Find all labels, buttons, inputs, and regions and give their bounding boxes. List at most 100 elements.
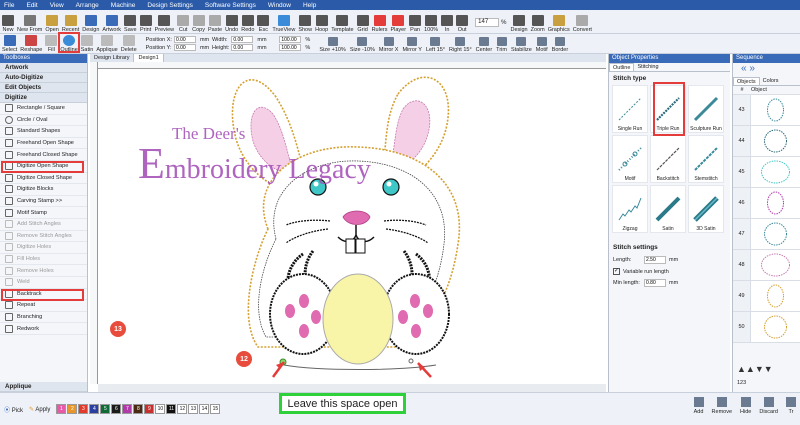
horizontal-scrollbar[interactable] [98,384,606,392]
section-auto-digitize[interactable]: Auto-Digitize [0,73,87,83]
stitch-type-sculpture-run[interactable]: Sculpture Run [688,85,724,133]
action-right-15--button[interactable]: Right 15° [449,35,472,53]
tab-stitching[interactable]: Stitching [634,63,661,71]
length-input[interactable] [644,256,666,264]
action-size-10--button[interactable]: Size -10% [350,35,375,53]
toolbar-hoop-button[interactable]: Hoop [315,11,328,33]
toolbar-new-from-button[interactable]: New From [17,11,42,33]
sequence-move-icons[interactable]: ▲▲▼▼ [737,364,773,374]
action-left-15--button[interactable]: Left 15° [426,35,445,53]
thread-swatch[interactable]: 11 [166,404,177,414]
thread-swatch[interactable]: 7 [122,404,133,414]
sequence-row[interactable]: 47 [733,219,800,250]
toolbar-zoom-button[interactable]: Zoom [531,11,545,33]
sequence-row[interactable]: 49 [733,281,800,312]
toolbar-preview-button[interactable]: Preview [155,11,174,33]
min-length-input[interactable] [644,279,666,287]
zoom-field[interactable]: 147% [475,18,507,27]
thread-swatch[interactable]: 13 [188,404,199,414]
thread-swatch[interactable]: 6 [111,404,122,414]
toolbox-item-fill-holes[interactable]: Fill Holes [0,254,87,266]
toolbar-save-button[interactable]: Save [124,11,137,33]
menu-software-settings[interactable]: Software Settings [205,2,256,9]
toolbox-item-carving-stamp[interactable]: Carving Stamp >> [0,196,87,208]
thread-swatch[interactable]: 9 [144,404,155,414]
toolbar-show-button[interactable]: Show [298,11,312,33]
discard-button[interactable]: Discard [759,397,778,415]
toolbar-player-button[interactable]: Player [390,11,406,33]
toolbox-item-freehand-closed-shape[interactable]: Freehand Closed Shape [0,149,87,161]
fill-tool-button[interactable]: Fill [45,34,58,53]
section-applique[interactable]: Applique [0,382,87,392]
thread-swatch[interactable]: 3 [78,404,89,414]
remove-button[interactable]: Remove [712,397,732,415]
stitch-type-satin[interactable]: Satin [650,185,686,233]
stitch-type-backstitch[interactable]: Backstitch [650,135,686,183]
toolbox-item-weld[interactable]: Weld [0,277,87,289]
thread-swatch[interactable]: 5 [100,404,111,414]
menu-machine[interactable]: Machine [111,2,136,9]
toolbox-item-redwork[interactable]: Redwork [0,323,87,335]
satin-tool-button[interactable]: Satin [81,34,93,53]
toolbar-print-button[interactable]: Print [139,11,152,33]
section-edit-objects[interactable]: Edit Objects [0,83,87,93]
toolbar-design-button[interactable]: Design [82,11,99,33]
zoom-input[interactable]: 147 [475,18,500,27]
tab-design1[interactable]: Design1 [134,54,164,62]
toolbox-item-repeat[interactable]: Repeat [0,300,87,312]
applique-tool-button[interactable]: Applique [96,34,118,53]
thread-swatch[interactable]: 1 [56,404,67,414]
action-center-button[interactable]: Center [476,35,492,53]
thread-swatch[interactable]: 15 [210,404,221,414]
toolbox-item-remove-holes[interactable]: Remove Holes [0,265,87,277]
menu-arrange[interactable]: Arrange [76,2,99,9]
sequence-row[interactable]: 45 [733,157,800,188]
stitch-type-zigzag[interactable]: Zigzag [612,185,648,233]
apply-button[interactable]: ✎ Apply [29,406,50,413]
toolbar-graphics-button[interactable]: Graphics [548,11,570,33]
toolbar-pan-button[interactable]: Pan [409,11,422,33]
stitch-type-3d-satin[interactable]: 3D Satin [688,185,724,233]
toolbar-convert-button[interactable]: Convert [573,11,592,33]
toolbar-undo-button[interactable]: Undo [225,11,238,33]
toolbox-item-standard-shapes[interactable]: Standard Shapes [0,126,87,138]
toolbox-item-branching[interactable]: Branching [0,312,87,324]
menu-file[interactable]: File [4,2,14,9]
toolbar-100--button[interactable]: 100% [424,11,438,33]
toolbar-recent-button[interactable]: Recent [62,11,79,33]
toolbar-open-button[interactable]: Open [45,11,59,33]
toolbar-grid-button[interactable]: Grid [356,11,369,33]
thread-swatch[interactable]: 2 [67,404,78,414]
menu-view[interactable]: View [50,2,64,9]
section-artwork[interactable]: Artwork [0,63,87,73]
thread-swatch[interactable]: 14 [199,404,210,414]
toolbox-item-backtrack[interactable]: Backtrack [0,288,87,301]
toolbar-template-button[interactable]: Template [331,11,354,33]
tr-button[interactable]: Tr [786,397,796,415]
tab-design-library[interactable]: Design Library [90,54,135,62]
menu-design-settings[interactable]: Design Settings [147,2,193,9]
toolbar-rulers-button[interactable]: Rulers [372,11,387,33]
menu-edit[interactable]: Edit [26,2,37,9]
tab-colors[interactable]: Colors [760,77,782,85]
menu-help[interactable]: Help [303,2,316,9]
action-size-10--button[interactable]: Size +10% [319,35,346,53]
toolbox-item-add-stitch-angles[interactable]: Add Stitch Angles [0,219,87,231]
action-stabilize-button[interactable]: Stabilize [511,35,532,53]
toolbar-copy-button[interactable]: Copy [192,11,205,33]
toolbox-item-digitize-holes[interactable]: Digitize Holes [0,242,87,254]
add-button[interactable]: Add [693,397,704,415]
toolbox-item-digitize-closed-shape[interactable]: Digitize Closed Shape [0,173,87,185]
toolbar-paste-button[interactable]: Paste [208,11,222,33]
width-input[interactable] [231,36,254,43]
delete-tool-button[interactable]: Delete [121,34,137,53]
sequence-row[interactable]: 50 [733,312,800,343]
select-tool-button[interactable]: Select [2,34,17,53]
scale-x-input[interactable] [279,36,302,43]
pick-button[interactable]: ⦿ Pick [4,405,23,414]
action-border-button[interactable]: Border [552,35,568,53]
tab-objects[interactable]: Objects [733,77,760,85]
variable-run-checkbox[interactable]: ✓ [613,268,620,275]
toolbox-item-freehand-open-shape[interactable]: Freehand Open Shape [0,138,87,150]
toolbar-new-button[interactable]: New [2,11,14,33]
